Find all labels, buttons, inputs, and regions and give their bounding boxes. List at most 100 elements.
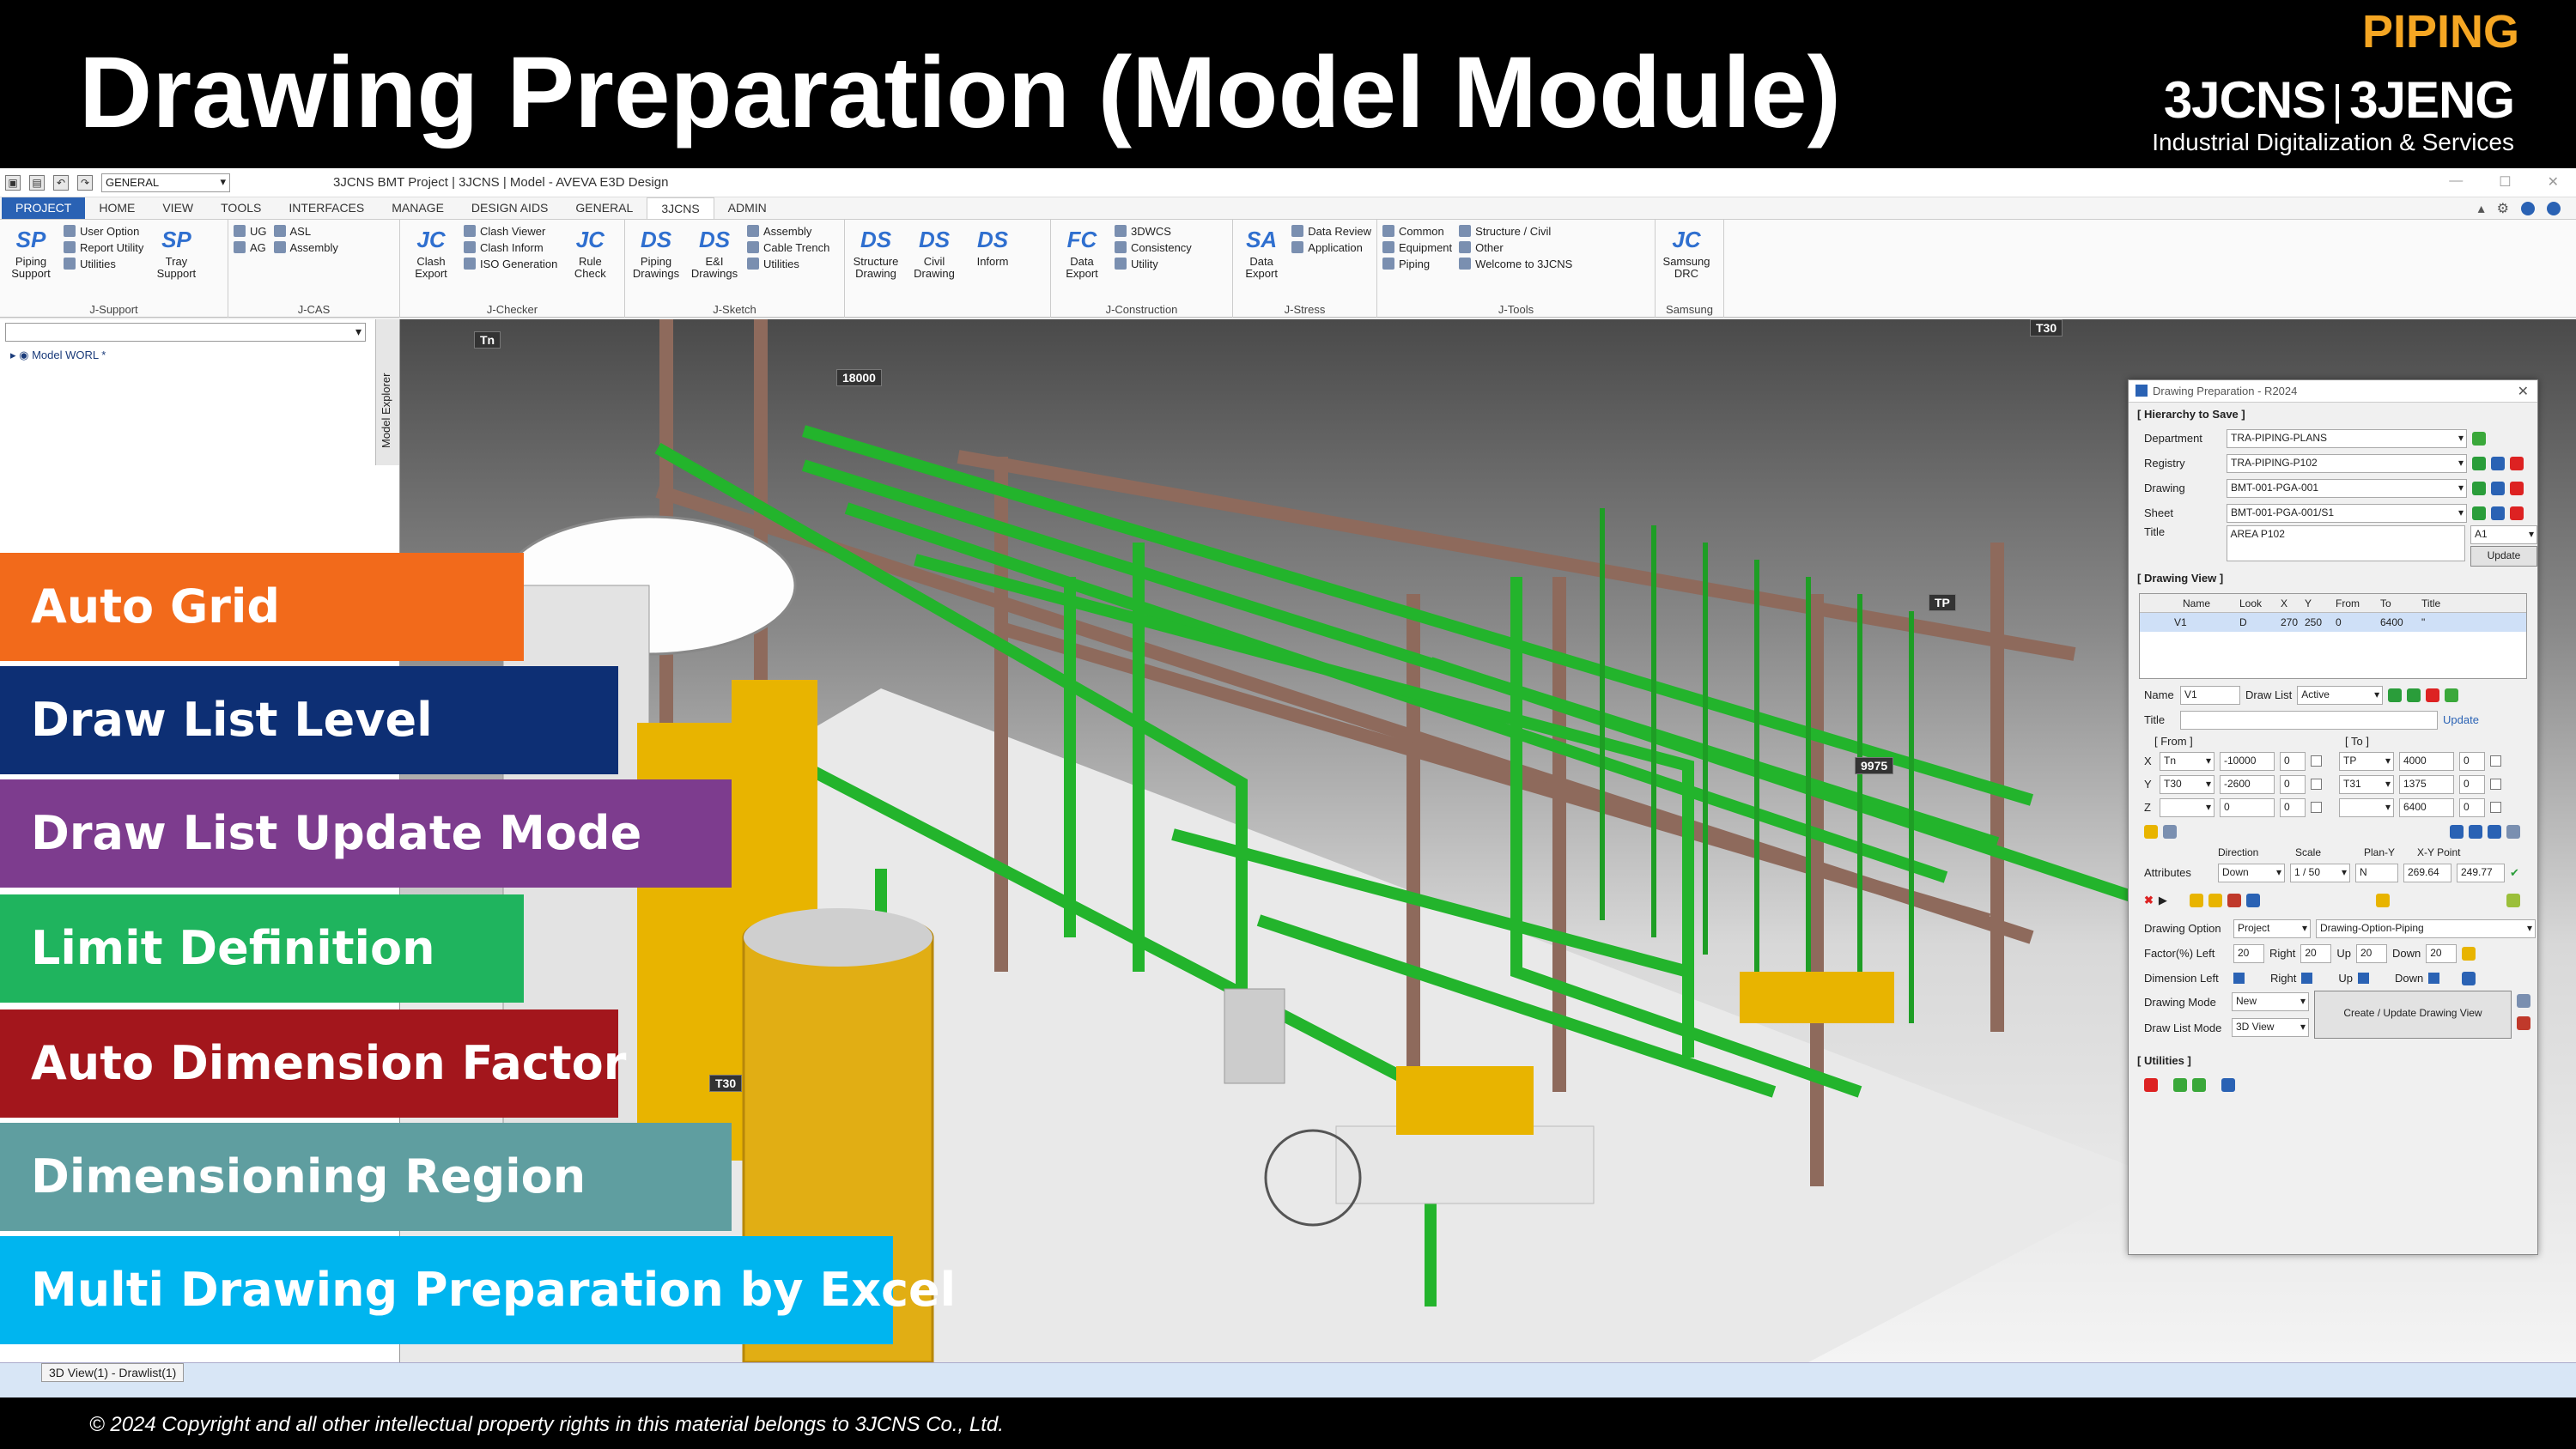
sheet-icon[interactable] bbox=[2173, 1077, 2187, 1092]
equipment-button[interactable]: Equipment bbox=[1382, 241, 1452, 254]
factor-down-input[interactable]: 20 bbox=[2426, 943, 2458, 963]
rotate-icon[interactable] bbox=[2469, 825, 2482, 839]
to-z-check[interactable] bbox=[2490, 802, 2501, 813]
other-button[interactable]: Other bbox=[1459, 241, 1572, 254]
sketch-utilities-button[interactable]: Utilities bbox=[747, 258, 829, 270]
department-select[interactable]: TRA-PIPING-PLANS bbox=[2227, 428, 2467, 448]
target-icon[interactable] bbox=[2245, 894, 2260, 907]
settings-icon[interactable]: ⚙ bbox=[2497, 200, 2509, 217]
copy-icon[interactable] bbox=[2491, 481, 2505, 495]
from-z-offset[interactable]: 0 bbox=[2280, 797, 2306, 817]
help-icon[interactable] bbox=[2521, 201, 2535, 215]
to-y-ref-select[interactable]: T31 bbox=[2339, 774, 2394, 794]
move-icon[interactable] bbox=[2450, 825, 2464, 839]
samsung-drc-button[interactable]: JC Samsung DRC bbox=[1661, 223, 1712, 300]
check-icon[interactable]: ✔ bbox=[2510, 866, 2519, 880]
xy-point-y-input[interactable]: 249.77 bbox=[2457, 863, 2505, 882]
from-y-input[interactable]: -2600 bbox=[2220, 774, 2275, 794]
tree-item-model-world[interactable]: ▸ ◉ Model WORL * bbox=[0, 345, 399, 366]
to-y-check[interactable] bbox=[2490, 779, 2501, 790]
clash-inform-button[interactable]: Clash Inform bbox=[464, 241, 557, 254]
factor-left-input[interactable]: 20 bbox=[2233, 943, 2264, 963]
dimension-down-check[interactable] bbox=[2428, 973, 2440, 984]
drawing-option-scope-select[interactable]: Project bbox=[2233, 919, 2311, 938]
iso-generation-button[interactable]: ISO Generation bbox=[464, 258, 557, 270]
piping-drawings-button[interactable]: DS Piping Drawings bbox=[630, 223, 682, 300]
tab-home[interactable]: HOME bbox=[85, 197, 149, 219]
drawlist-select[interactable]: Active bbox=[2297, 685, 2384, 705]
folder-icon[interactable] bbox=[2189, 894, 2203, 907]
collapse-ribbon-icon[interactable]: ▴ bbox=[2478, 200, 2485, 217]
from-x-ref-select[interactable]: Tn bbox=[2160, 751, 2215, 771]
add-icon[interactable] bbox=[2472, 506, 2486, 520]
user-icon[interactable] bbox=[2547, 201, 2561, 215]
dialog-close-icon[interactable]: ✕ bbox=[2518, 383, 2529, 400]
create-update-drawing-view-button[interactable]: Create / Update Drawing View bbox=[2314, 991, 2512, 1039]
from-z-ref-select[interactable] bbox=[2160, 797, 2215, 817]
dimension-left-check[interactable] bbox=[2233, 973, 2245, 984]
next-arrow-icon[interactable]: ▶ bbox=[2159, 894, 2167, 907]
tab-tools[interactable]: TOOLS bbox=[207, 197, 275, 219]
dimension-up-check[interactable] bbox=[2357, 973, 2369, 984]
factor-up-input[interactable]: 20 bbox=[2355, 943, 2387, 963]
inform-button[interactable]: DS Inform bbox=[967, 223, 1018, 300]
pick-limits-icon[interactable] bbox=[2163, 825, 2177, 839]
to-x-input[interactable]: 4000 bbox=[2399, 751, 2454, 771]
to-x-check[interactable] bbox=[2490, 755, 2501, 767]
add-icon[interactable] bbox=[2472, 456, 2486, 470]
tab-manage[interactable]: MANAGE bbox=[378, 197, 458, 219]
piping-support-button[interactable]: SP Piping Support bbox=[5, 223, 57, 300]
to-z-offset[interactable]: 0 bbox=[2459, 797, 2485, 817]
view-name-input[interactable]: V1 bbox=[2180, 685, 2240, 705]
to-y-offset[interactable]: 0 bbox=[2459, 774, 2485, 794]
clash-viewer-button[interactable]: Clash Viewer bbox=[464, 225, 557, 238]
dimension-settings-icon[interactable] bbox=[2462, 971, 2476, 985]
from-x-input[interactable]: -10000 bbox=[2220, 751, 2275, 771]
layer-icon[interactable] bbox=[2208, 894, 2222, 907]
to-z-input[interactable]: 6400 bbox=[2399, 797, 2454, 817]
xy-point-x-input[interactable]: 269.64 bbox=[2403, 863, 2451, 882]
view-limits-icon[interactable] bbox=[2506, 825, 2520, 839]
tab-admin[interactable]: ADMIN bbox=[714, 197, 781, 219]
link-icon[interactable] bbox=[2517, 994, 2530, 1008]
pen-icon[interactable] bbox=[2144, 1077, 2158, 1092]
factor-settings-icon[interactable] bbox=[2462, 946, 2476, 961]
stress-data-export-button[interactable]: SA Data Export bbox=[1238, 223, 1285, 300]
from-z-input[interactable]: 0 bbox=[2220, 797, 2275, 817]
assembly-sketch-button[interactable]: Assembly bbox=[747, 225, 829, 238]
structure-drawing-button[interactable]: DS Structure Drawing bbox=[850, 223, 902, 300]
dimension-right-check[interactable] bbox=[2301, 973, 2313, 984]
tray-support-button[interactable]: SP Tray Support bbox=[150, 223, 202, 300]
from-z-check[interactable] bbox=[2311, 802, 2322, 813]
brush-icon[interactable] bbox=[2506, 894, 2520, 907]
close-icon[interactable]: ✕ bbox=[2548, 173, 2559, 191]
data-review-button[interactable]: Data Review bbox=[1291, 225, 1371, 238]
to-y-input[interactable]: 1375 bbox=[2399, 774, 2454, 794]
from-y-ref-select[interactable]: T30 bbox=[2160, 774, 2215, 794]
book-icon[interactable] bbox=[2221, 1077, 2235, 1092]
view-title-input[interactable] bbox=[2180, 710, 2438, 730]
ug-button[interactable]: UG bbox=[234, 225, 267, 238]
refresh-icon[interactable] bbox=[2472, 431, 2486, 446]
utilities-button[interactable]: Utilities bbox=[64, 258, 143, 270]
save-drawing-icon[interactable] bbox=[2517, 1016, 2530, 1030]
remove-item-icon[interactable] bbox=[2426, 688, 2440, 702]
common-button[interactable]: Common bbox=[1382, 225, 1452, 238]
minimize-icon[interactable]: — bbox=[2449, 173, 2463, 191]
direction-select[interactable]: Down bbox=[2218, 863, 2285, 882]
workspace-select[interactable]: GENERAL bbox=[101, 173, 230, 192]
tag-icon[interactable] bbox=[2376, 894, 2391, 907]
cancel-x-icon[interactable]: ✖ bbox=[2144, 894, 2154, 907]
zoom-limits-icon[interactable] bbox=[2488, 825, 2501, 839]
redo-icon[interactable]: ↷ bbox=[77, 175, 93, 191]
auto-grid-icon[interactable] bbox=[2144, 825, 2158, 839]
tab-view[interactable]: VIEW bbox=[149, 197, 207, 219]
export-icon[interactable] bbox=[2445, 688, 2459, 702]
asl-button[interactable]: ASL bbox=[274, 225, 338, 238]
from-x-check[interactable] bbox=[2311, 755, 2322, 767]
factor-right-input[interactable]: 20 bbox=[2300, 943, 2332, 963]
welcome-button[interactable]: Welcome to 3JCNS bbox=[1459, 258, 1572, 270]
assembly-button[interactable]: Assembly bbox=[274, 241, 338, 254]
tab-3jcns[interactable]: 3JCNS bbox=[647, 197, 714, 219]
report-utility-button[interactable]: Report Utility bbox=[64, 241, 143, 254]
